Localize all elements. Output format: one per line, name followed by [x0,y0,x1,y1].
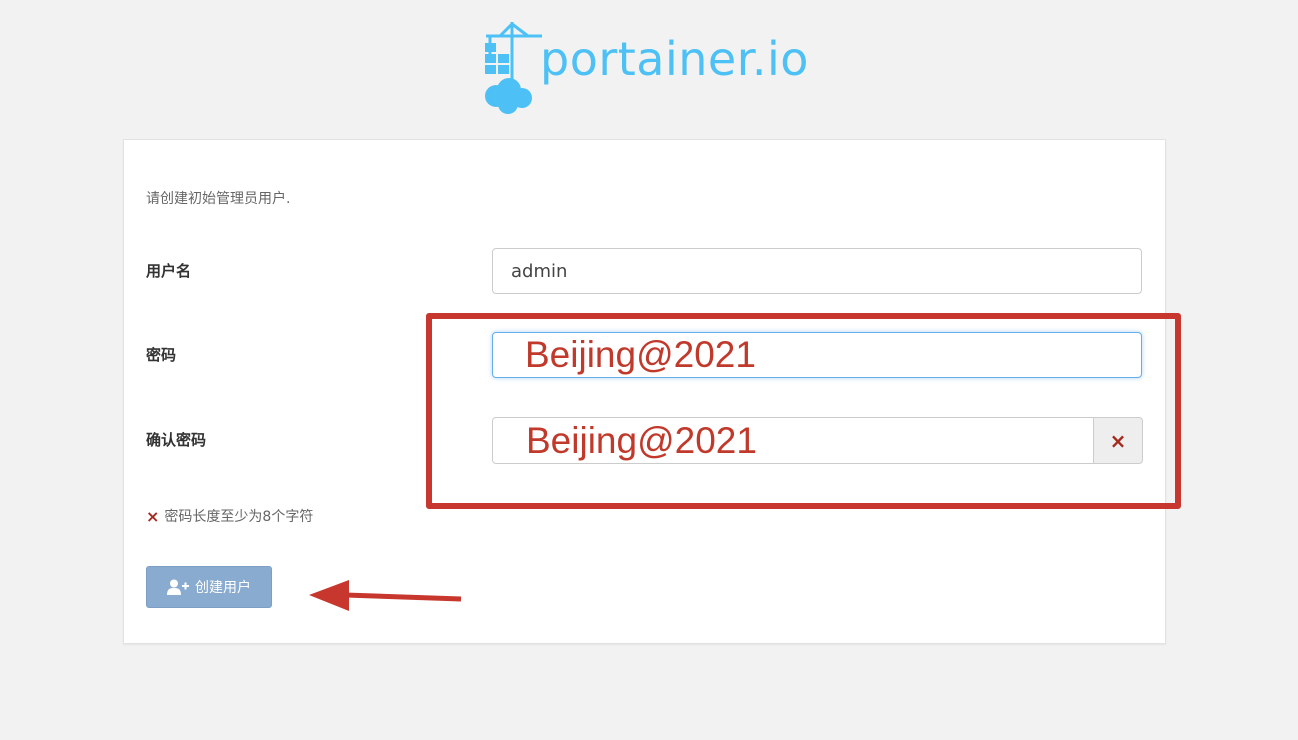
highlight-box [426,313,1181,509]
password-label: 密码 [146,346,177,364]
page: portainer.io 请创建初始管理员用户. 用户名 密码 确认密码 × ×… [0,0,1298,740]
validation-hint-text: 密码长度至少为8个字符 [164,509,314,525]
create-user-label: 创建用户 [195,580,251,596]
username-label: 用户名 [146,262,192,280]
create-user-button[interactable]: 创建用户 [146,566,272,608]
error-x-icon: × [146,506,160,526]
portainer-logo: portainer.io [482,18,812,118]
confirm-password-label: 确认密码 [146,431,207,449]
intro-text: 请创建初始管理员用户. [146,191,291,207]
red-arrow-icon [309,580,462,611]
username-input[interactable] [492,248,1142,294]
validation-hint: × 密码长度至少为8个字符 [146,506,313,526]
logo-wordmark: portainer.io [540,32,809,86]
user-plus-icon [167,579,189,595]
crane-logo-icon [485,22,542,114]
